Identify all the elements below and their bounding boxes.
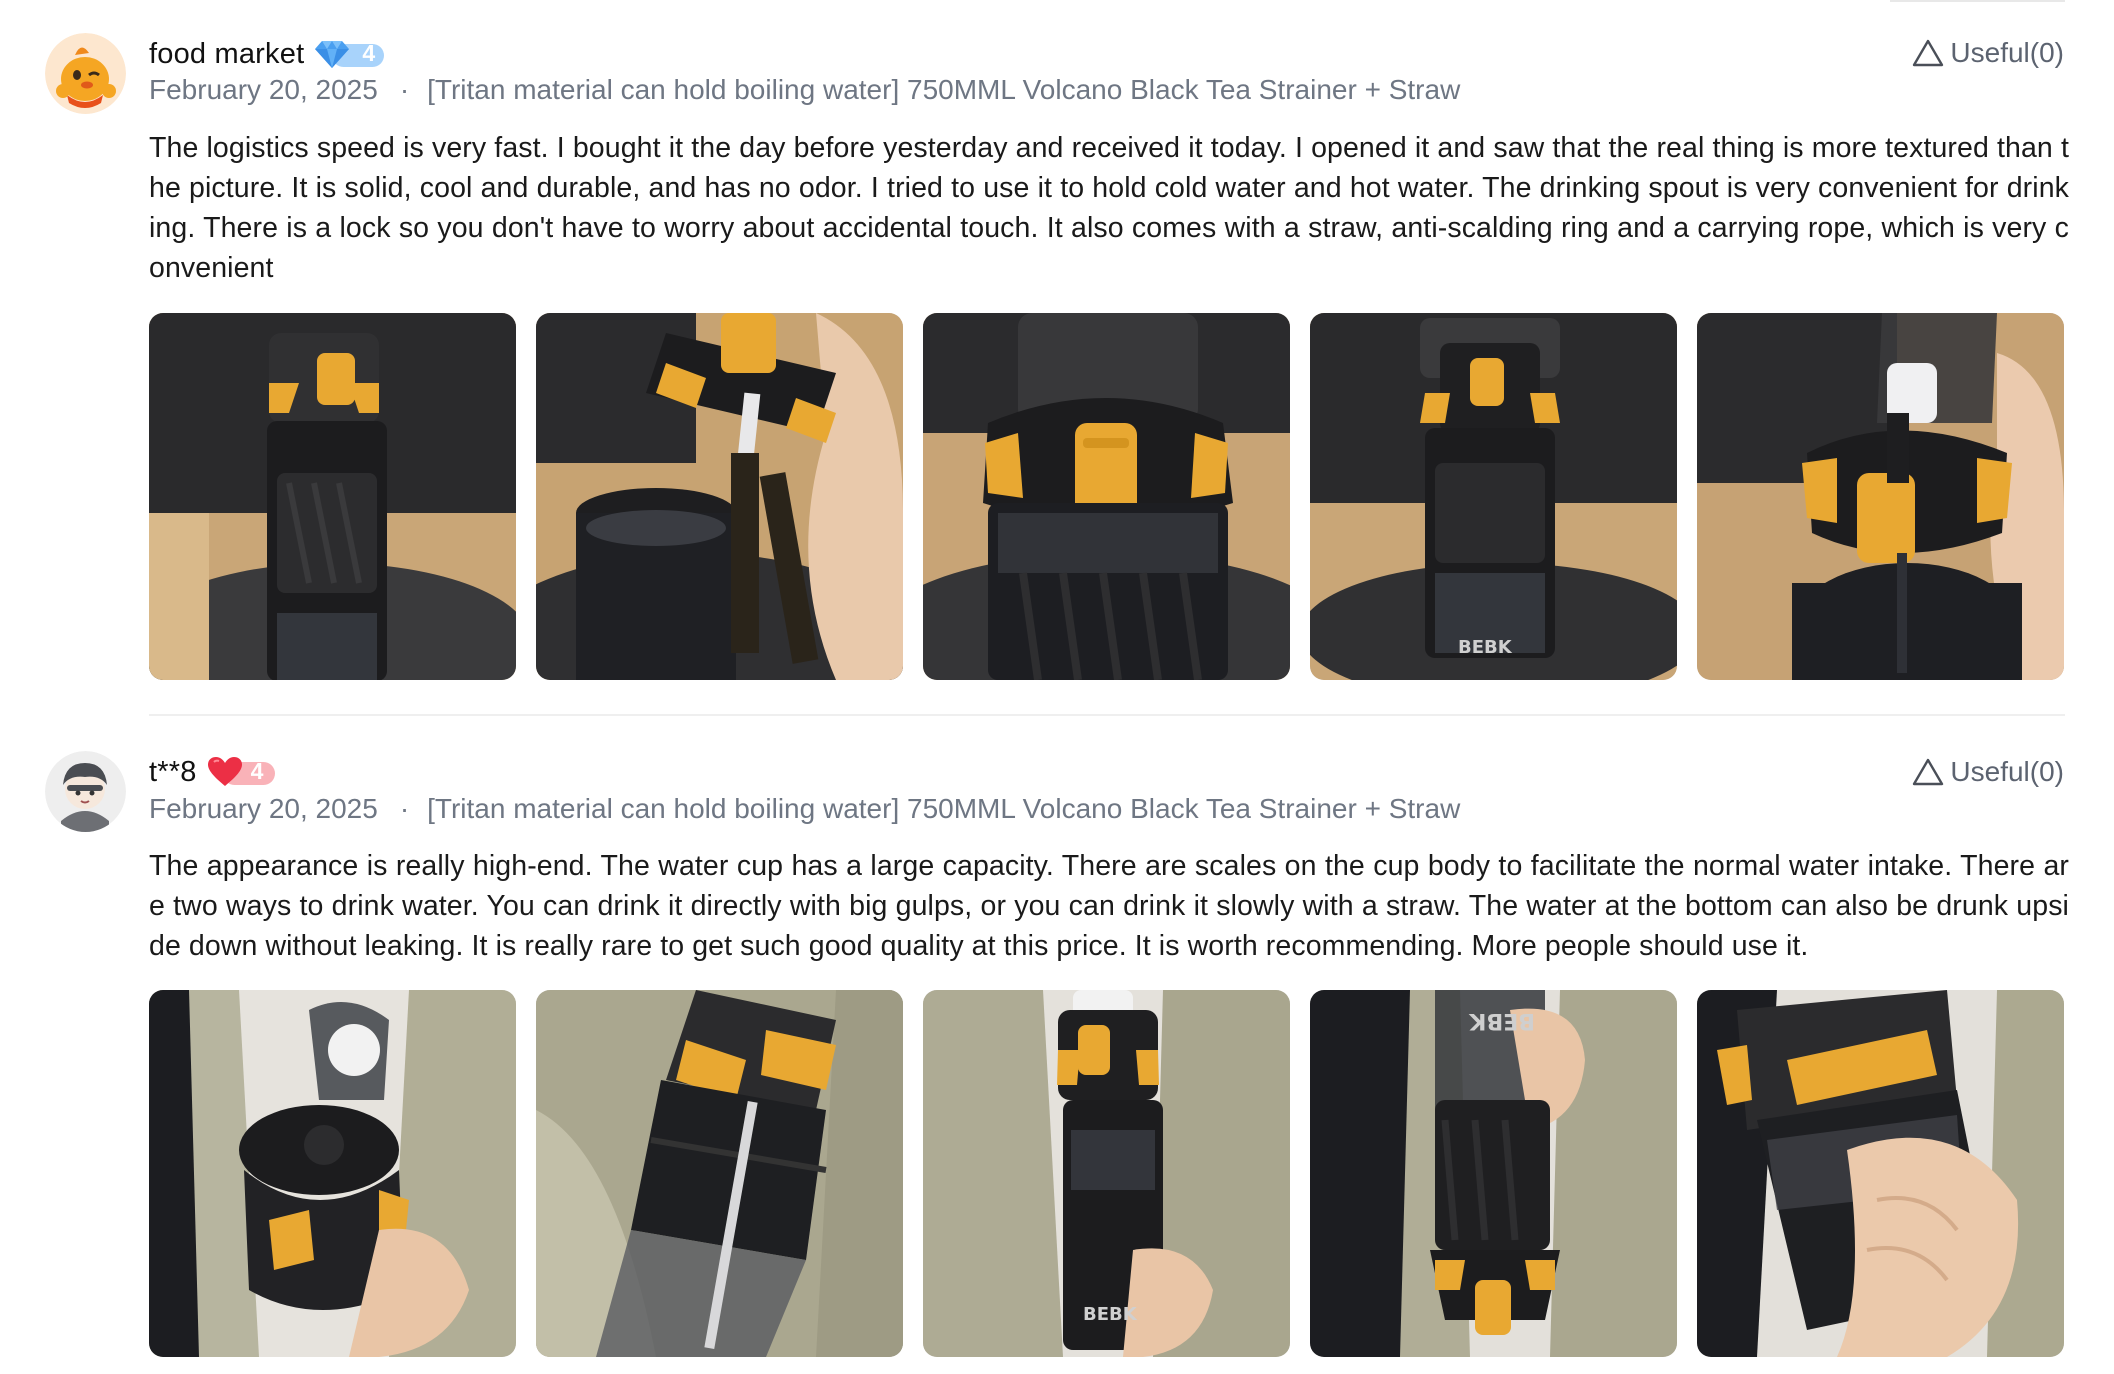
- level-badge: 4: [314, 38, 385, 70]
- user-row: food market 4: [149, 34, 385, 74]
- product-variant: [Tritan material can hold boiling water]…: [427, 74, 1461, 105]
- review-photo[interactable]: BEBK: [923, 990, 1290, 1357]
- review-text: The appearance is really high-end. The w…: [149, 850, 2069, 962]
- useful-button[interactable]: Useful(0): [1912, 756, 2064, 788]
- user-row: t**8 4: [149, 752, 275, 792]
- svg-text:BEBK: BEBK: [1468, 1008, 1535, 1033]
- level-number: 4: [362, 40, 376, 66]
- review-photo[interactable]: [149, 313, 516, 680]
- useful-button[interactable]: Useful(0): [1912, 37, 2064, 69]
- useful-label: Useful(0): [1950, 756, 2064, 787]
- review-photo[interactable]: [149, 990, 516, 1357]
- heart-icon: [207, 757, 242, 786]
- username[interactable]: t**8: [149, 756, 197, 789]
- photo-gallery: BEBK: [149, 313, 2064, 680]
- warning-triangle-icon: [1913, 758, 1944, 786]
- svg-text:BEBK: BEBK: [1083, 1304, 1138, 1325]
- review-photo[interactable]: [536, 313, 903, 680]
- meta-separator: ·: [399, 74, 410, 105]
- review-photo[interactable]: BEBK: [1310, 313, 1677, 680]
- username[interactable]: food market: [149, 38, 304, 71]
- avatar[interactable]: [45, 33, 126, 114]
- level-badge: 4: [207, 756, 275, 788]
- product-variant: [Tritan material can hold boiling water]…: [427, 793, 1461, 824]
- warning-triangle-icon: [1913, 39, 1944, 67]
- review-meta: February 20, 2025 · [Tritan material can…: [149, 793, 1460, 825]
- photo-gallery: BEBK BEBK: [149, 990, 2064, 1357]
- review-meta: February 20, 2025 · [Tritan material can…: [149, 74, 1460, 106]
- review-date: February 20, 2025: [149, 793, 378, 824]
- diamond-icon: [315, 41, 350, 68]
- review-divider: [149, 714, 2065, 716]
- avatar[interactable]: [45, 751, 126, 832]
- reviews-page: food market 4 February 20, 2025 · [Trita…: [0, 0, 2114, 1374]
- review-photo[interactable]: BEBK: [1310, 990, 1677, 1357]
- review-text: The logistics speed is very fast. I boug…: [149, 132, 2069, 284]
- useful-label: Useful(0): [1950, 37, 2064, 68]
- svg-text:BEBK: BEBK: [1458, 637, 1513, 658]
- level-number: 4: [250, 758, 264, 784]
- review-date: February 20, 2025: [149, 74, 378, 105]
- review-photo[interactable]: [1697, 313, 2064, 680]
- meta-separator: ·: [399, 793, 410, 824]
- review-photo[interactable]: [536, 990, 903, 1357]
- top-divider: [1890, 0, 2065, 2]
- review-photo[interactable]: [923, 313, 1290, 680]
- review-photo[interactable]: [1697, 990, 2064, 1357]
